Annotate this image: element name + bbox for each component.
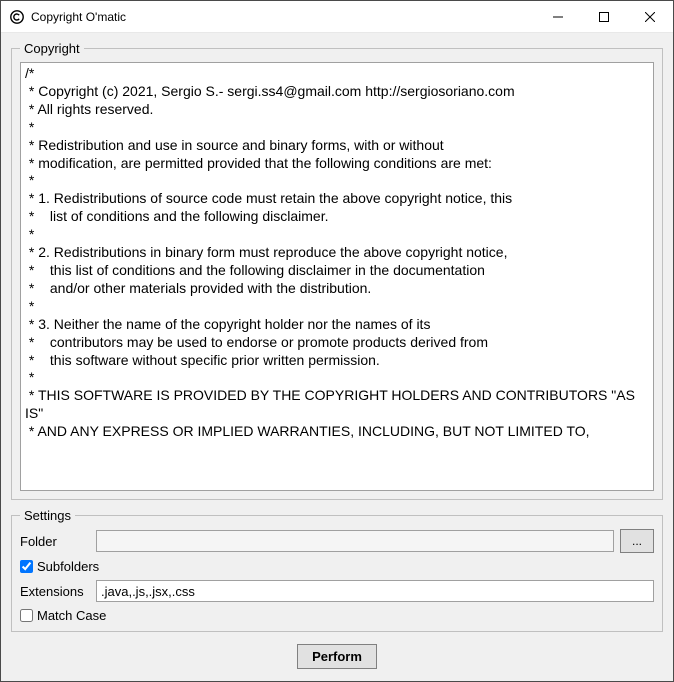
subfolders-checkbox[interactable] <box>20 560 33 573</box>
matchcase-label[interactable]: Match Case <box>37 608 106 623</box>
subfolders-row: Subfolders <box>20 559 654 574</box>
app-window: Copyright O'matic Copyright Settings Fol… <box>0 0 674 682</box>
extensions-input[interactable] <box>96 580 654 602</box>
copyright-legend: Copyright <box>20 41 84 56</box>
subfolders-label[interactable]: Subfolders <box>37 559 99 574</box>
matchcase-checkbox[interactable] <box>20 609 33 622</box>
folder-input[interactable] <box>96 530 614 552</box>
content-area: Copyright Settings Folder ... Subfolders… <box>1 33 673 681</box>
perform-row: Perform <box>11 640 663 671</box>
settings-legend: Settings <box>20 508 75 523</box>
extensions-row: Extensions <box>20 580 654 602</box>
copyright-group: Copyright <box>11 41 663 500</box>
settings-group: Settings Folder ... Subfolders Extension… <box>11 508 663 632</box>
maximize-button[interactable] <box>581 1 627 33</box>
perform-button[interactable]: Perform <box>297 644 377 669</box>
window-title: Copyright O'matic <box>31 10 535 24</box>
matchcase-row: Match Case <box>20 608 654 623</box>
browse-button[interactable]: ... <box>620 529 654 553</box>
folder-row: Folder ... <box>20 529 654 553</box>
titlebar: Copyright O'matic <box>1 1 673 33</box>
extensions-label: Extensions <box>20 584 96 599</box>
app-icon <box>9 9 25 25</box>
minimize-button[interactable] <box>535 1 581 33</box>
folder-label: Folder <box>20 534 96 549</box>
close-button[interactable] <box>627 1 673 33</box>
copyright-textarea[interactable] <box>20 62 654 491</box>
